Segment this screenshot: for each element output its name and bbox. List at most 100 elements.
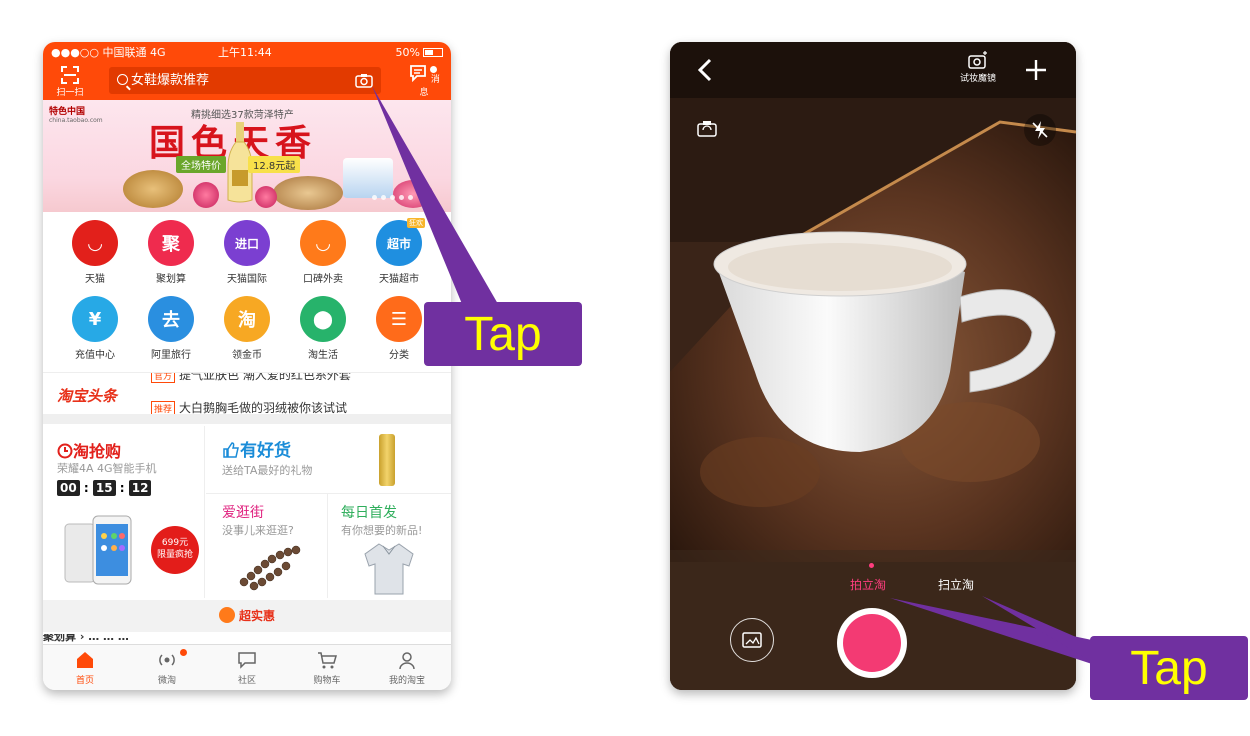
shortcut-travel[interactable]: 去阿里旅行: [141, 296, 201, 361]
location-icon: ⬤: [300, 296, 346, 342]
banner-pager[interactable]: [370, 185, 415, 204]
tab-home[interactable]: 首页: [55, 649, 115, 686]
cart-icon: [318, 652, 337, 669]
taobao-headline[interactable]: 淘宝头条 官方 提气亚肤色 潮人爱的红色系外套 推荐 大白鹅胸毛做的羽绒被你该试试: [43, 372, 451, 414]
tab-chat[interactable]: 社区: [217, 649, 277, 686]
tag-icon: [218, 607, 235, 623]
tmall-icon: ◡: [72, 220, 118, 266]
camera-icon[interactable]: [355, 73, 373, 88]
bottom-tab-bar: 首页 微淘 社区 购物车 我的淘宝: [43, 644, 451, 690]
promo-banner[interactable]: 特色中国 china.taobao.com 精挑细选37款菏泽特产 国色天香 全场…: [43, 100, 451, 212]
photo-album-button[interactable]: [730, 618, 774, 662]
tab-label: 社区: [237, 676, 256, 686]
countdown-hours: 00: [57, 480, 80, 496]
scan-button[interactable]: 扫一扫: [51, 65, 89, 98]
messages-button[interactable]: 消息: [405, 64, 443, 98]
tap-callout-camera: Tap: [424, 302, 582, 366]
daily-first-card[interactable]: 每日首发 有你想要的新品!: [329, 494, 451, 598]
shortcut-juhuasuan[interactable]: 聚聚划算: [141, 220, 201, 285]
sweater-image: [364, 543, 414, 595]
headline-item[interactable]: 推荐 大白鹅胸毛做的羽绒被你该试试: [151, 399, 347, 414]
shortcut-recharge[interactable]: ¥ 充值中心: [65, 296, 125, 361]
taobao-home-screen: ●●●○○ 中国联通 4G 上午11:44 50% 扫一扫 女鞋爆款推荐 消息 …: [43, 42, 451, 690]
mode-photo-search[interactable]: 拍立淘: [850, 576, 886, 593]
figure: ●●●○○ 中国联通 4G 上午11:44 50% 扫一扫 女鞋爆款推荐 消息 …: [0, 0, 1250, 736]
category-icon: ☰: [376, 296, 422, 342]
camera-bottom-panel: 拍立淘 扫立淘: [670, 550, 1076, 690]
headline-item[interactable]: 官方 提气亚肤色 潮人爱的红色系外套: [151, 372, 351, 383]
love-street-title: 爱逛街: [222, 505, 264, 521]
headline-text: 大白鹅胸毛做的羽绒被你该试试: [179, 401, 348, 414]
plus-icon[interactable]: [1024, 58, 1048, 82]
good-stuff-card[interactable]: 有好货 送给TA最好的礼物: [206, 426, 451, 494]
smartphone-image: [64, 515, 132, 585]
chat-icon: [238, 652, 256, 669]
flower-image: [255, 186, 277, 208]
flash-sale-title: 淘抢购: [57, 438, 121, 462]
search-icon: [117, 74, 128, 85]
battery-percent: 50%: [395, 45, 420, 59]
shortcut-location[interactable]: ⬤ 淘生活: [293, 296, 353, 361]
makeup-mirror-button[interactable]: 试妆魔镜: [952, 50, 1004, 84]
clock-icon: [57, 443, 73, 459]
shutter-button[interactable]: [837, 608, 907, 678]
shortcut-tmall-global[interactable]: 进口 天猫国际: [217, 220, 277, 285]
product-image: [379, 434, 395, 486]
good-stuff-title: 有好货: [222, 436, 291, 461]
gold-coin-icon: 淘: [224, 296, 270, 342]
countdown-timer: 00 : 15 : 12: [57, 480, 152, 496]
switch-camera-icon[interactable]: [696, 120, 718, 138]
shortcut-tmall[interactable]: ◡ 天猫: [65, 220, 125, 285]
thumbs-up-icon: [223, 442, 239, 458]
tab-user[interactable]: 我的淘宝: [377, 649, 437, 686]
shortcut-label: 聚划算: [156, 274, 186, 285]
mode-scan-search[interactable]: 扫立淘: [938, 576, 974, 593]
tab-label: 首页: [75, 676, 94, 686]
headline-text: 提气亚肤色 潮人爱的红色系外套: [179, 372, 351, 382]
shortcut-category[interactable]: ☰ 分类: [369, 296, 429, 361]
tab-cart[interactable]: 购物车: [297, 649, 357, 686]
tab-label: 购物车: [313, 676, 341, 686]
bead-bracelet-image: [239, 545, 301, 591]
shortcut-label: 充值中心: [75, 350, 115, 361]
banner-brand-logo: 特色中国 china.taobao.com: [49, 107, 103, 124]
active-mode-indicator: [869, 563, 874, 568]
tab-label: 微淘: [157, 676, 176, 686]
shortcut-label: 天猫: [85, 274, 105, 285]
tmall-global-icon: 进口: [224, 220, 270, 266]
love-street-subtitle: 没事儿来逛逛?: [222, 524, 294, 537]
message-badge: [430, 66, 437, 73]
flash-sale-subtitle: 荣耀4A 4G智能手机: [57, 462, 157, 475]
search-input[interactable]: 女鞋爆款推荐: [109, 67, 381, 94]
message-icon: [410, 65, 426, 83]
shortcut-koubei[interactable]: ◡ 口碑外卖: [293, 220, 353, 285]
makeup-mirror-label: 试妆魔镜: [959, 74, 996, 84]
shortcut-tmall-supermarket[interactable]: 超市 狂欢 天猫超市: [369, 218, 429, 285]
price-sticker: 699元 限量疯抢: [151, 526, 199, 574]
food-image: [273, 176, 343, 210]
flash-toggle-button[interactable]: [1024, 114, 1056, 146]
flash-sale-card[interactable]: 淘抢购 荣耀4A 4G智能手机 00 : 15 : 12 699元 限量疯抢: [43, 426, 205, 598]
scan-label: 扫一扫: [56, 88, 84, 98]
clock: 上午11:44: [218, 46, 272, 59]
headline-tag: 官方: [151, 373, 176, 383]
back-arrow-icon[interactable]: [696, 58, 714, 82]
tab-broadcast[interactable]: 微淘: [137, 649, 197, 686]
promo-badge: 狂欢: [407, 218, 425, 228]
shortcut-gold-coin[interactable]: 淘领金币: [217, 296, 277, 361]
app-header: 扫一扫 女鞋爆款推荐 消息: [43, 62, 451, 100]
juhuasuan-icon: 聚: [148, 220, 194, 266]
gallery-icon: [742, 632, 762, 648]
camera-search-screen: 试妆魔镜 拍立淘 扫立淘: [670, 42, 1076, 690]
love-street-card[interactable]: 爱逛街 没事儿来逛逛?: [206, 494, 328, 598]
section-divider: [43, 414, 451, 424]
shortcut-label: 天猫国际: [227, 274, 267, 285]
tap-callout-mode: Tap: [1090, 636, 1248, 700]
battery-indicator: 50%: [396, 46, 443, 59]
deals-section-header[interactable]: 超实惠: [43, 600, 451, 632]
shortcut-label: 口碑外卖: [303, 274, 343, 285]
shortcut-label: 淘生活: [308, 350, 338, 361]
shortcut-label: 分类: [389, 350, 409, 361]
countdown-minutes: 15: [92, 480, 116, 496]
user-icon: [399, 652, 415, 670]
